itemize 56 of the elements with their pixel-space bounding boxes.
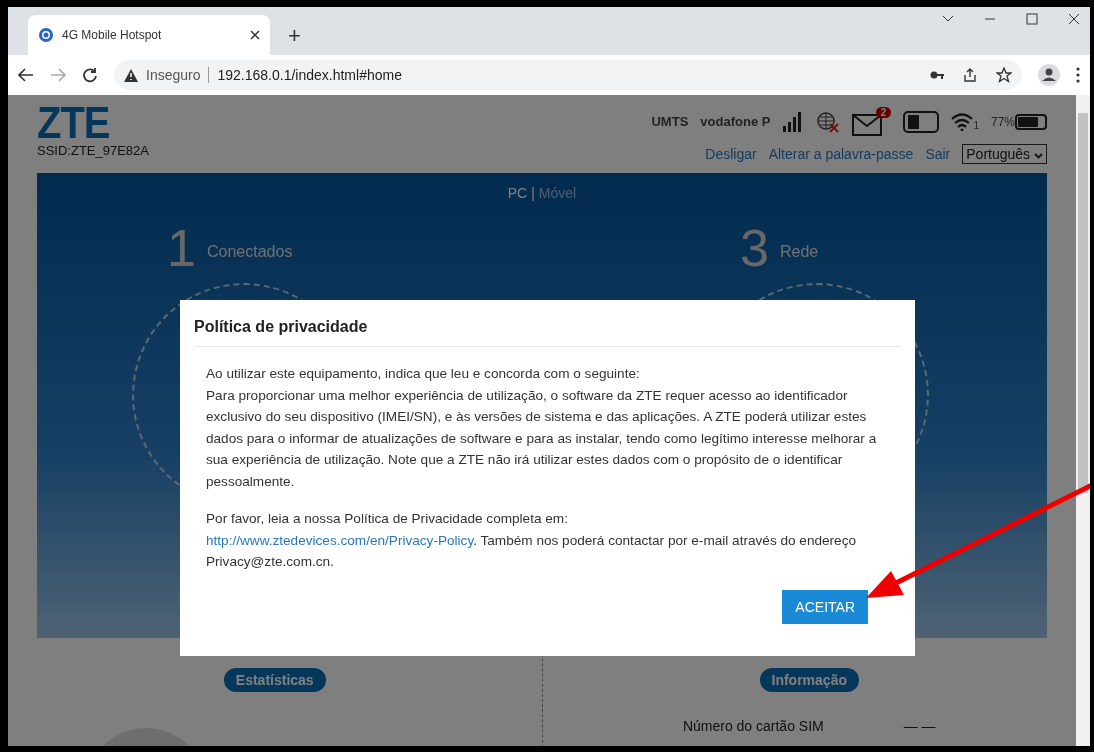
dialog-title: Política de privacidade [194, 314, 901, 347]
battery-percent: 77% [990, 114, 1015, 129]
close-icon [250, 30, 260, 40]
language-select[interactable]: Português [962, 144, 1047, 164]
step-label: Rede [780, 243, 819, 261]
forward-icon [50, 68, 66, 82]
body-text: Para proporcionar uma melhor experiência de utilização, o software da ZTE requer acesso ao identificador exclusivo do seu dispositivo (IMEI/SN), e às versões de sistema e das aplicações. A ZTE poderá utilizar estes dados para o informar de atualizações de software e para as instalar, tendo como legítimo interesse melhorar a sua experiência de utilização. Note que a ZTE não irá utilizar estes dados com o propósito de o identificar pessoalmente. [206, 386, 878, 491]
step-number: 1 [167, 218, 196, 278]
new-tab-button[interactable]: + [288, 25, 301, 47]
section-heading: Estatísticas [223, 668, 326, 692]
battery-icon [1015, 113, 1047, 130]
ssid-label: SSID:ZTE_97E82A [37, 143, 149, 158]
globe-cross-icon [816, 110, 841, 133]
reload-icon [82, 67, 98, 83]
accept-button[interactable]: ACEITAR [782, 590, 868, 624]
wifi-icon [951, 112, 974, 131]
info-value: — — [903, 718, 936, 734]
policy-text: http://www.ztedevices.com/en/Privacy-Policy. Também nos poderá contactar por e-mail através do endereço Privacy@zte.com.cn. [206, 531, 858, 571]
messages-button[interactable]: 2 [852, 107, 892, 136]
url-text: 192.168.0.1/index.html#home [217, 67, 402, 83]
scrollbar[interactable] [1076, 95, 1090, 746]
policy-intro-text: Por favor, leia a nossa Política de Privacidade completa em: [206, 510, 569, 528]
address-bar[interactable]: Inseguro 192.168.0.1/index.html#home [114, 60, 1022, 90]
toggle-icon [903, 110, 940, 133]
scrollbar-thumb[interactable] [1078, 113, 1088, 493]
envelope-icon [852, 114, 883, 136]
chevron-down-icon [942, 15, 954, 23]
step-label: Conectados [207, 243, 293, 261]
more-icon [1076, 67, 1080, 83]
logo: ZTE [37, 101, 110, 145]
view-switch-link[interactable]: Móvel [538, 185, 577, 201]
share-icon [962, 67, 978, 83]
info-label: Número do cartão SIM [682, 718, 824, 734]
browser-tab[interactable]: 4G Mobile Hotspot [28, 15, 270, 55]
step-number: 3 [740, 218, 769, 278]
wifi-client-count: 1 [973, 119, 979, 131]
header-link[interactable]: Alterar a palavra-passe [768, 146, 914, 162]
chevron-down-icon [1034, 153, 1043, 159]
warning-icon [124, 68, 138, 82]
message-count-badge: 2 [875, 107, 892, 118]
back-icon [18, 68, 34, 82]
intro-text: Ao utilizar este equipamento, indica que leu e concorda com o seguinte: [206, 365, 641, 383]
globe-icon [38, 27, 54, 43]
security-label: Inseguro [146, 67, 201, 83]
separator: | [531, 185, 535, 201]
network-type: UMTS [651, 114, 689, 129]
key-icon [930, 70, 944, 80]
header-link[interactable]: Sair [925, 146, 951, 162]
operator-name: vodafone P [700, 114, 771, 129]
view-switch-link[interactable]: PC [507, 185, 528, 201]
close-icon [1068, 13, 1080, 25]
avatar-icon [1038, 64, 1060, 86]
header-link[interactable]: Desligar [705, 146, 757, 162]
section-heading: Informação [759, 668, 859, 692]
maximize-icon [1026, 13, 1038, 25]
star-icon [996, 67, 1012, 83]
